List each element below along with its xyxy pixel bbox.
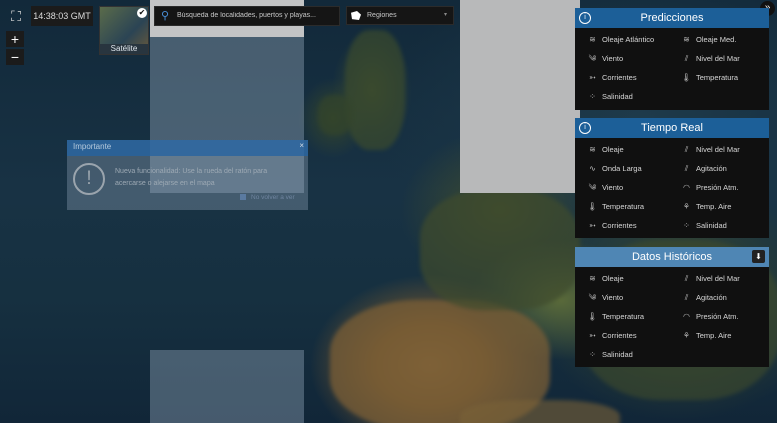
menu-item-salinidad[interactable]: ⁘ Salinidad [681, 219, 727, 233]
wave-icon: ≋ [589, 274, 596, 283]
menu-item-nivel-del-mar[interactable]: ⫽ Nivel del Mar [681, 52, 740, 66]
layer-thumbnail-label: Satélite [100, 44, 148, 54]
panel-header[interactable]: i Tiempo Real [575, 118, 769, 138]
panel-title: Predicciones [640, 12, 704, 24]
long-wave-icon: ∿ [589, 164, 596, 173]
fullscreen-icon[interactable]: ⛶ [6, 6, 26, 26]
current-icon: ➳ [589, 73, 596, 82]
dialog-body: ! Nueva funcionalidad: Use la rueda del … [67, 156, 308, 210]
menu-item-agitacion[interactable]: ⫽ Agitación [681, 291, 727, 305]
wind-icon: ༄ [588, 293, 597, 302]
info-icon[interactable]: i [579, 122, 591, 134]
menu-item-viento[interactable]: ༄ Viento [587, 181, 623, 195]
agitation-icon: ⫽ [684, 293, 689, 302]
menu-item-corrientes[interactable]: ➳ Corrientes [587, 219, 636, 233]
wave-icon: ≋ [683, 35, 690, 44]
wave-icon: ≋ [589, 145, 596, 154]
info-icon[interactable]: i [579, 12, 591, 24]
menu-item-onda-larga[interactable]: ∿ Onda Larga [587, 162, 641, 176]
menu-item-temp-aire[interactable]: ⚘ Temp. Aire [681, 200, 732, 214]
alert-icon: ! [73, 163, 105, 195]
panel-predicciones: i Predicciones ≋ Oleaje Atlántico ≋ Oleaje… [575, 8, 769, 110]
sea-level-icon: ⫽ [684, 274, 689, 283]
panel-header[interactable]: i Predicciones [575, 8, 769, 28]
current-icon: ➳ [589, 331, 596, 340]
thermometer-icon: 🌡︎ [587, 202, 598, 211]
menu-item-corrientes[interactable]: ➳ Corrientes [587, 329, 636, 343]
salinity-icon: ⁘ [683, 221, 690, 230]
menu-item-temperatura[interactable]: 🌡︎ Temperatura [587, 200, 644, 214]
thermometer-icon: 🌡︎ [587, 312, 598, 321]
panel-title: Tiempo Real [641, 122, 703, 134]
checkbox-icon[interactable] [240, 194, 246, 200]
menu-item-viento[interactable]: ༄ Viento [587, 52, 623, 66]
spain-map-icon [351, 11, 361, 20]
thermometer-icon: 🌡︎ [681, 73, 692, 82]
current-icon: ➳ [589, 221, 596, 230]
regions-select[interactable]: Regiones ▾ [346, 6, 454, 25]
wind-icon: ༄ [588, 54, 597, 63]
missing-tile [460, 0, 580, 193]
wind-icon: ༄ [588, 183, 597, 192]
menu-item-temperatura[interactable]: 🌡︎ Temperatura [681, 71, 738, 85]
tile-overlay-bottom [150, 350, 304, 423]
menu-item-salinidad[interactable]: ⁘ Salinidad [587, 90, 633, 104]
menu-item-salinidad[interactable]: ⁘ Salinidad [587, 348, 633, 362]
wave-icon: ≋ [589, 35, 596, 44]
agitation-icon: ⫽ [684, 164, 689, 173]
map-land-ireland [318, 95, 352, 135]
clock: 14:38:03 GMT [31, 6, 93, 26]
check-icon: ✔ [137, 8, 147, 18]
menu-item-presion-atm[interactable]: ◠ Presión Atm. [681, 310, 739, 324]
menu-item-corrientes[interactable]: ➳ Corrientes [587, 71, 636, 85]
map-land-africa [460, 400, 620, 423]
map-land-france [420, 190, 580, 310]
chevron-down-icon: ▾ [443, 12, 447, 18]
dont-show-again-label: No volver a ver [251, 194, 295, 201]
panel-title: Datos Históricos [631, 251, 713, 263]
dialog-title: Importante [73, 142, 112, 151]
pressure-icon: ◠ [683, 312, 690, 321]
sea-level-icon: ⫽ [684, 54, 689, 63]
layer-thumbnail[interactable]: ✔ Satélite [99, 6, 149, 55]
menu-item-temperatura[interactable]: 🌡︎ Temperatura [587, 310, 644, 324]
location-pin-icon: ⚲ [161, 10, 170, 22]
zoom-out-button[interactable]: − [6, 49, 24, 65]
menu-item-oleaje-med[interactable]: ≋ Oleaje Med. [681, 33, 736, 47]
panel-tiempo-real: i Tiempo Real ≋ Oleaje ⫽ Nivel del Mar ∿ On… [575, 118, 769, 238]
menu-item-nivel-del-mar[interactable]: ⫽ Nivel del Mar [681, 272, 740, 286]
salinity-icon: ⁘ [589, 92, 596, 101]
air-temp-icon: ⚘ [682, 202, 691, 211]
panel-datos-historicos: Datos Históricos ⬇ ≋ Oleaje ⫽ Nivel del Ma… [575, 247, 769, 367]
close-icon[interactable]: × [299, 141, 304, 150]
menu-item-oleaje[interactable]: ≋ Oleaje [587, 272, 624, 286]
dont-show-again-checkbox[interactable]: No volver a ver [240, 194, 295, 201]
regions-label: Regiones [367, 12, 397, 19]
zoom-in-button[interactable]: + [6, 31, 24, 47]
menu-item-presion-atm[interactable]: ◠ Presión Atm. [681, 181, 739, 195]
menu-item-viento[interactable]: ༄ Viento [587, 291, 623, 305]
salinity-icon: ⁘ [589, 350, 596, 359]
menu-item-oleaje[interactable]: ≋ Oleaje [587, 143, 624, 157]
important-dialog: Importante × ! Nueva funcionalidad: Use … [67, 140, 308, 210]
search-input[interactable] [177, 8, 335, 23]
search-box[interactable]: ⚲ [154, 6, 340, 26]
download-icon[interactable]: ⬇ [752, 250, 765, 263]
panel-header[interactable]: Datos Históricos ⬇ [575, 247, 769, 267]
menu-item-temp-aire[interactable]: ⚘ Temp. Aire [681, 329, 732, 343]
air-temp-icon: ⚘ [682, 331, 691, 340]
menu-item-agitacion[interactable]: ⫽ Agitación [681, 162, 727, 176]
menu-item-nivel-del-mar[interactable]: ⫽ Nivel del Mar [681, 143, 740, 157]
sea-level-icon: ⫽ [684, 145, 689, 154]
pressure-icon: ◠ [683, 183, 690, 192]
menu-item-oleaje-atlantico[interactable]: ≋ Oleaje Atlántico [587, 33, 654, 47]
map-land-uk [345, 30, 405, 150]
dialog-message: Nueva funcionalidad: Use la rueda del ra… [115, 168, 268, 187]
